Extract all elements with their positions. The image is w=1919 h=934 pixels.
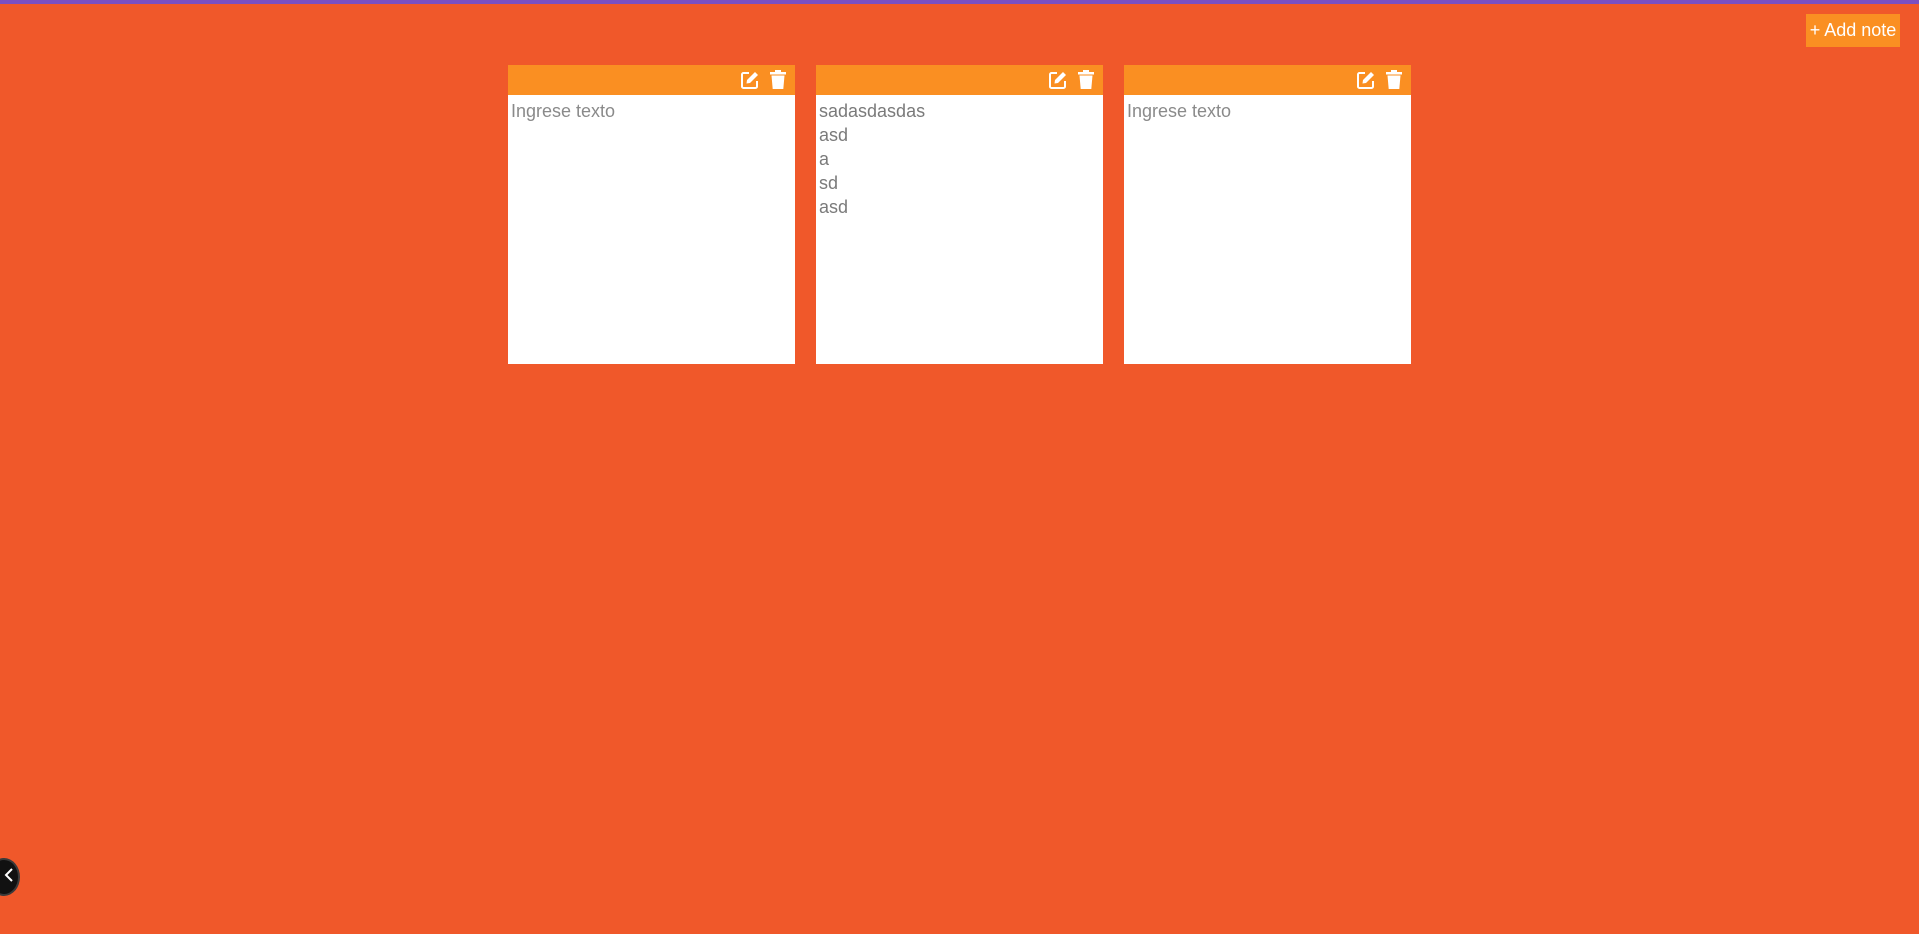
note-text[interactable]: Ingrese texto	[1124, 95, 1411, 364]
trash-icon[interactable]	[1075, 69, 1097, 91]
note-text[interactable]: Ingrese texto	[508, 95, 795, 364]
note-header	[816, 65, 1103, 95]
trash-icon[interactable]	[1383, 69, 1405, 91]
note-header	[508, 65, 795, 95]
chevron-left-icon	[4, 867, 14, 887]
edit-icon[interactable]	[1355, 69, 1377, 91]
edit-icon[interactable]	[1047, 69, 1069, 91]
note-header	[1124, 65, 1411, 95]
notes-board: Ingrese texto sadasdasdas asd a sd asd I…	[508, 65, 1411, 364]
trash-icon[interactable]	[767, 69, 789, 91]
collapse-toggle-button[interactable]	[0, 858, 20, 896]
note-text[interactable]: sadasdasdas asd a sd asd	[816, 95, 1103, 364]
top-accent-bar	[0, 0, 1919, 4]
note-card: sadasdasdas asd a sd asd	[816, 65, 1103, 364]
note-card: Ingrese texto	[1124, 65, 1411, 364]
add-note-button[interactable]: + Add note	[1806, 14, 1900, 47]
note-card: Ingrese texto	[508, 65, 795, 364]
edit-icon[interactable]	[739, 69, 761, 91]
